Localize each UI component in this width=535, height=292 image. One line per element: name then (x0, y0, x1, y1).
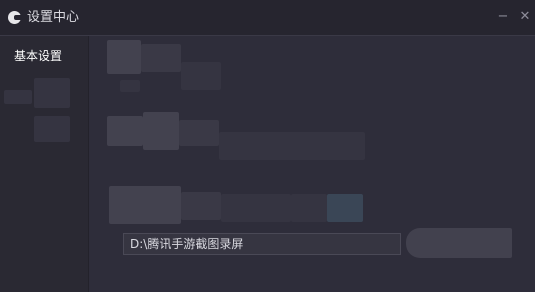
blurred-setting-control[interactable] (181, 62, 221, 90)
blurred-setting-label (107, 40, 141, 74)
blurred-setting-control[interactable] (219, 132, 365, 160)
blurred-setting-label (107, 116, 143, 146)
blurred-setting-label (179, 120, 219, 146)
blurred-setting-control[interactable] (291, 194, 327, 222)
blurred-sidebar-item[interactable] (34, 116, 70, 142)
sidebar: 基本设置 (0, 36, 89, 292)
window-title: 设置中心 (27, 10, 80, 25)
app-logo-icon (8, 11, 21, 24)
save-path-input[interactable]: D:\腾讯手游截图录屏 (123, 233, 401, 255)
blurred-sidebar-item[interactable] (34, 78, 70, 108)
blurred-sidebar-item[interactable] (4, 90, 32, 104)
title-bar[interactable]: 设置中心 − ✕ (0, 0, 535, 36)
blurred-setting-label (181, 192, 221, 220)
sidebar-item-basic-settings[interactable]: 基本设置 (0, 44, 88, 68)
browse-button[interactable] (406, 228, 512, 258)
blurred-setting-control[interactable] (327, 194, 363, 222)
minimize-button[interactable]: − (495, 8, 511, 26)
blurred-setting-label (143, 112, 179, 150)
settings-window: 设置中心 − ✕ 基本设置 D:\腾讯手游截图录屏 (0, 0, 535, 292)
blurred-setting-label (109, 186, 181, 224)
blurred-setting-label (141, 44, 181, 72)
blurred-setting-control[interactable] (221, 194, 291, 222)
close-button[interactable]: ✕ (517, 8, 533, 26)
blurred-setting-control[interactable] (120, 80, 140, 92)
